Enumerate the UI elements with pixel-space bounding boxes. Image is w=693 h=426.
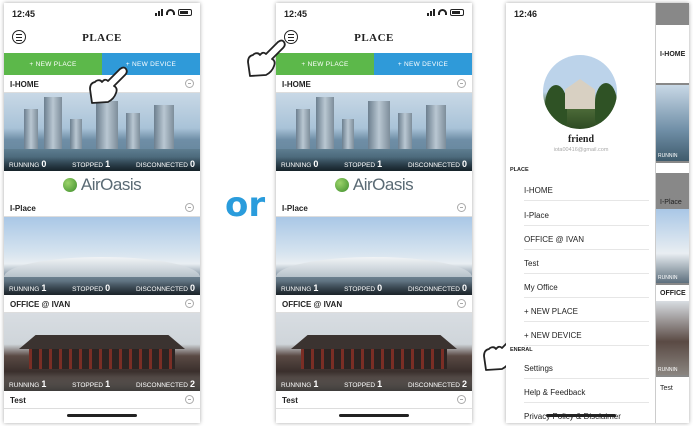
place-name: OFFICE @ IVAN bbox=[282, 300, 343, 309]
battery-icon bbox=[178, 8, 192, 16]
place-list: I-HOME RUNNING 0 STOPPED 1 DISCONNECTED 0 A… bbox=[276, 75, 472, 423]
device-stats: RUNNING 1 STOPPED 1 DISCONNECTED 2 bbox=[276, 377, 472, 391]
phone-screen-2: 12:45 PLACE + NEW PLACE + NEW DEVICE I-H… bbox=[276, 3, 472, 423]
drawer-item-new-device[interactable]: + NEW DEVICE bbox=[524, 324, 649, 346]
action-bar: + NEW PLACE + NEW DEVICE bbox=[276, 53, 472, 75]
leaf-icon bbox=[334, 178, 349, 192]
place-header-test[interactable]: Test bbox=[4, 391, 200, 409]
drawer-item-i-place[interactable]: I-Place bbox=[524, 204, 649, 226]
or-label: or bbox=[225, 185, 266, 225]
avatar[interactable] bbox=[543, 55, 617, 129]
collapse-icon[interactable] bbox=[185, 203, 194, 212]
status-time: 12:45 bbox=[284, 9, 308, 19]
place-name: Test bbox=[282, 396, 298, 405]
nav-bar: PLACE bbox=[4, 25, 200, 51]
home-indicator bbox=[67, 414, 137, 417]
drawer-item-help[interactable]: Help & Feedback bbox=[524, 381, 649, 403]
section-general-label: ENERAL bbox=[510, 347, 533, 353]
place-photo-i-home[interactable]: RUNNING 0 STOPPED 1 DISCONNECTED 0 bbox=[276, 93, 472, 171]
status-time: 12:46 bbox=[514, 9, 538, 19]
home-indicator bbox=[546, 414, 616, 417]
wifi-icon bbox=[438, 9, 447, 15]
device-stats: RUNNING 0 STOPPED 1 DISCONNECTED 0 bbox=[4, 157, 200, 171]
drawer-item-settings[interactable]: Settings bbox=[524, 357, 649, 379]
status-time: 12:45 bbox=[12, 9, 36, 19]
section-place-label: PLACE bbox=[510, 167, 529, 173]
device-stats: RUNNING 1 STOPPED 0 DISCONNECTED 0 bbox=[276, 281, 472, 295]
device-stats: RUNNING 1 STOPPED 0 DISCONNECTED 0 bbox=[4, 281, 200, 295]
user-email: iota00416@gmail.com bbox=[553, 147, 609, 153]
place-photo-i-place[interactable]: RUNNING 1 STOPPED 0 DISCONNECTED 0 bbox=[276, 217, 472, 295]
place-header-office[interactable]: OFFICE @ IVAN bbox=[4, 295, 200, 313]
new-place-button[interactable]: + NEW PLACE bbox=[276, 53, 374, 75]
page-title: PLACE bbox=[354, 32, 394, 44]
drawer-item-i-home[interactable]: I-HOME bbox=[524, 179, 649, 201]
place-photo-i-place[interactable]: RUNNING 1 STOPPED 0 DISCONNECTED 0 bbox=[4, 217, 200, 295]
leaf-icon bbox=[62, 178, 77, 192]
place-header-office[interactable]: OFFICE @ IVAN bbox=[276, 295, 472, 313]
phone-screen-1: 12:45 PLACE + NEW PLACE + NEW DEVICE I-H… bbox=[4, 3, 200, 423]
place-name: OFFICE @ IVAN bbox=[10, 300, 71, 309]
drawer-item-my-office[interactable]: My Office bbox=[524, 276, 649, 298]
place-header-test[interactable]: Test bbox=[276, 391, 472, 409]
collapse-icon[interactable] bbox=[457, 395, 466, 404]
device-stats: RUNNING 0 STOPPED 1 DISCONNECTED 0 bbox=[276, 157, 472, 171]
drawer-item-office[interactable]: OFFICE @ IVAN bbox=[524, 228, 649, 250]
pointing-hand-icon bbox=[86, 63, 130, 107]
status-bar: 12:45 bbox=[4, 3, 200, 23]
place-photo-office[interactable]: RUNNING 1 STOPPED 1 DISCONNECTED 2 bbox=[4, 313, 200, 391]
user-name: friend bbox=[567, 134, 595, 145]
collapse-icon[interactable] bbox=[185, 299, 194, 308]
signal-icon bbox=[155, 8, 163, 16]
side-drawer: 12:46 friend iota00416@gmail.com PLACE I… bbox=[506, 3, 656, 423]
device-stats: RUNNING 1 STOPPED 1 DISCONNECTED 2 bbox=[4, 377, 200, 391]
pointing-hand-icon bbox=[244, 36, 288, 80]
collapse-icon[interactable] bbox=[457, 299, 466, 308]
place-header-i-place[interactable]: I-Place bbox=[276, 199, 472, 217]
drawer-item-test[interactable]: Test bbox=[524, 252, 649, 274]
nav-bar: PLACE bbox=[276, 25, 472, 51]
collapse-icon[interactable] bbox=[185, 395, 194, 404]
place-name: I-HOME bbox=[282, 80, 311, 89]
collapse-icon[interactable] bbox=[185, 79, 194, 88]
place-photo-office[interactable]: RUNNING 1 STOPPED 1 DISCONNECTED 2 bbox=[276, 313, 472, 391]
home-indicator bbox=[339, 414, 409, 417]
dimmed-background[interactable]: I-HOME RUNNIN I-Place RUNNIN OFFICE RUNN… bbox=[656, 3, 689, 423]
airoasis-logo: AirOasis bbox=[276, 171, 472, 199]
collapse-icon[interactable] bbox=[457, 203, 466, 212]
place-name: I-HOME bbox=[10, 80, 39, 89]
drawer-item-new-place[interactable]: + NEW PLACE bbox=[524, 300, 649, 322]
phone-screen-3: I-HOME RUNNIN I-Place RUNNIN OFFICE RUNN… bbox=[506, 3, 689, 423]
status-bar: 12:45 bbox=[276, 3, 472, 23]
wifi-icon bbox=[166, 9, 175, 15]
airoasis-logo: AirOasis bbox=[4, 171, 200, 199]
place-header-i-home[interactable]: I-HOME bbox=[276, 75, 472, 93]
new-device-button[interactable]: + NEW DEVICE bbox=[374, 53, 472, 75]
status-bar: 12:46 bbox=[506, 3, 689, 23]
place-name: I-Place bbox=[10, 204, 36, 213]
place-header-i-place[interactable]: I-Place bbox=[4, 199, 200, 217]
collapse-icon[interactable] bbox=[457, 79, 466, 88]
place-name: I-Place bbox=[282, 204, 308, 213]
battery-icon bbox=[450, 8, 464, 16]
place-list: I-HOME RUNNING 0 STOPPED 1 DISCONNECTED 0 A… bbox=[4, 75, 200, 423]
page-title: PLACE bbox=[82, 32, 122, 44]
signal-icon bbox=[427, 8, 435, 16]
place-name: Test bbox=[10, 396, 26, 405]
